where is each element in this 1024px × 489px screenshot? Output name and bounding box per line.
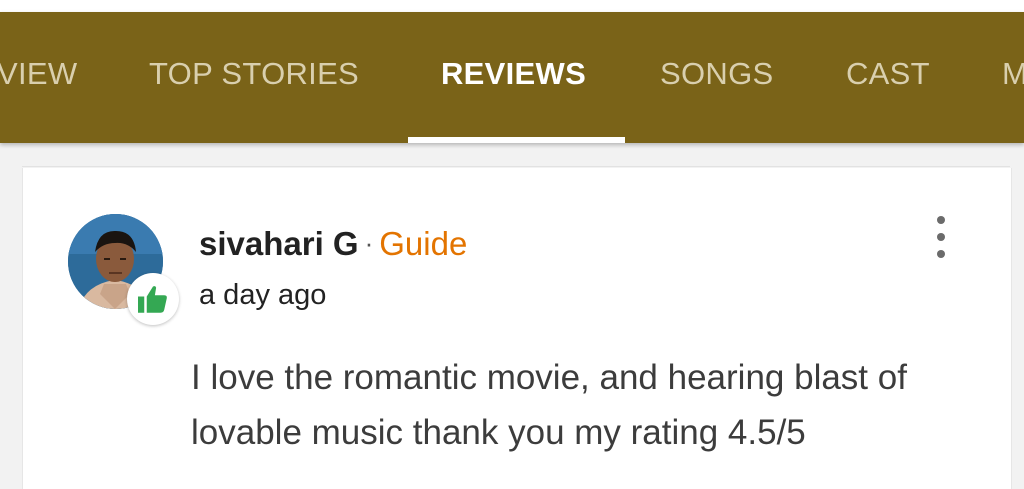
author-name[interactable]: sivahari G: [199, 225, 359, 262]
badge: [127, 273, 179, 325]
page: VIEW TOP STORIES REVIEWS SONGS CAST M si…: [0, 0, 1024, 489]
more-dot: [937, 233, 945, 241]
review-timestamp: a day ago: [199, 279, 327, 311]
active-tab-indicator: [408, 137, 625, 143]
more-dot: [937, 216, 945, 224]
more-vert-icon[interactable]: [925, 216, 957, 258]
card-divider: [22, 166, 1010, 167]
tab-overview[interactable]: VIEW: [0, 56, 77, 92]
separator: ·: [364, 228, 374, 258]
thumbs-up-icon: [138, 286, 167, 313]
tab-cast[interactable]: CAST: [846, 56, 930, 92]
more-dot: [937, 250, 945, 258]
tab-bar: VIEW TOP STORIES REVIEWS SONGS CAST M: [0, 12, 1024, 143]
status-strip: [0, 0, 1024, 12]
tab-more[interactable]: M: [1002, 56, 1024, 92]
tab-songs[interactable]: SONGS: [660, 56, 773, 92]
local-guide-label[interactable]: Guide: [379, 225, 467, 262]
author-line: sivahari G · Guide: [199, 225, 467, 263]
tab-top-stories[interactable]: TOP STORIES: [149, 56, 359, 92]
review-text: I love the romantic movie, and hearing b…: [191, 358, 907, 452]
tab-reviews[interactable]: REVIEWS: [441, 56, 586, 92]
